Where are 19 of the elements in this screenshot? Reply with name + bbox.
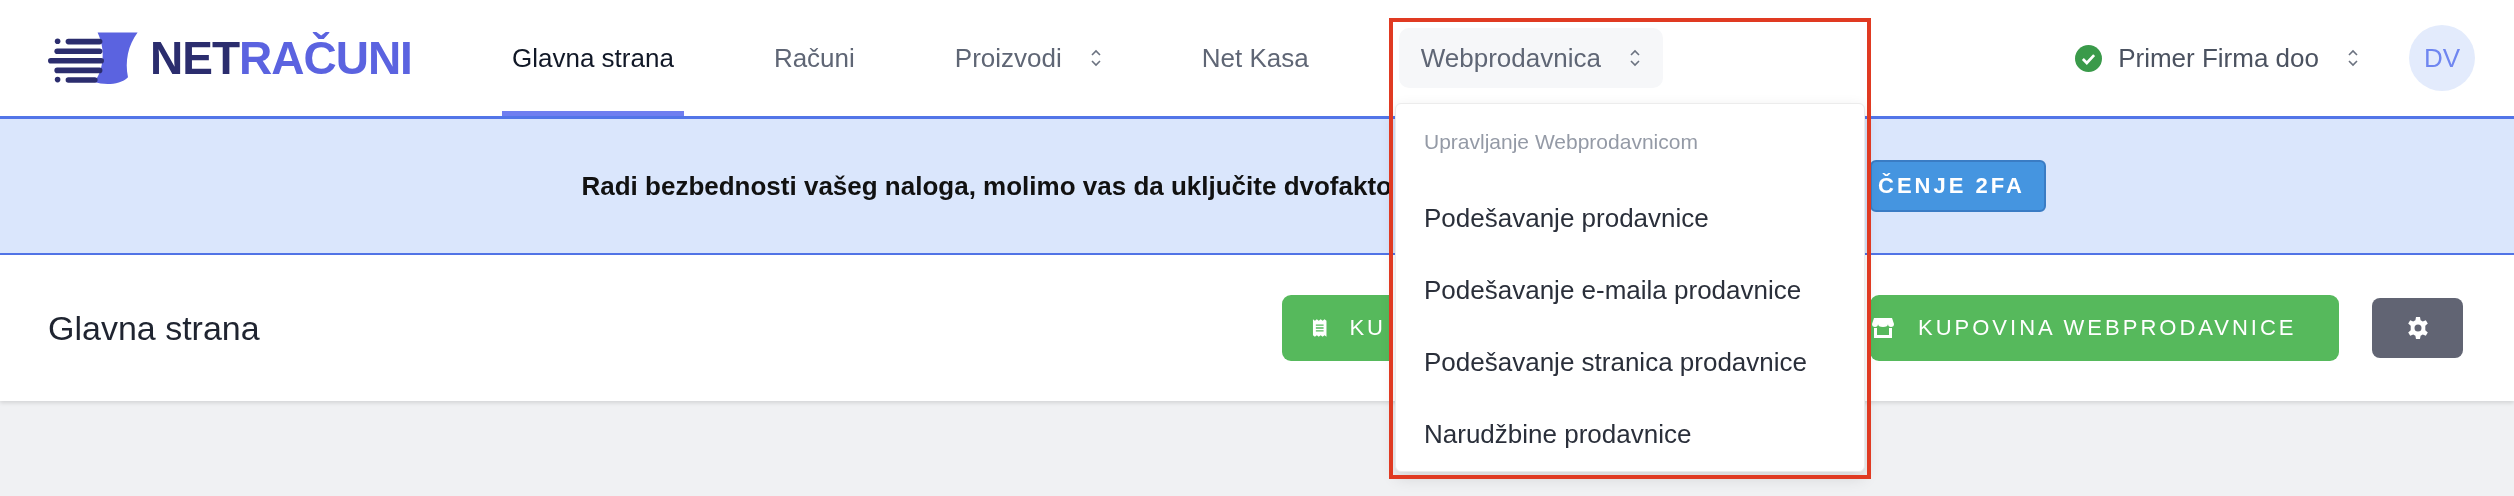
chevron-icon [2347,48,2359,68]
menu-item[interactable]: Podešavanje prodavnice [1396,182,1864,254]
menu-item[interactable]: Podešavanje e-maila prodavnice [1396,254,1864,326]
page-title: Glavna strana [48,308,260,348]
settings-button[interactable] [2372,298,2463,358]
menu-item[interactable]: Narudžbine prodavnice [1396,398,1864,470]
receipt-icon [1312,317,1328,339]
nav-tab[interactable]: Net Kasa [1191,0,1319,116]
company-selector[interactable]: Primer Firma doo [2075,42,2359,74]
banner-message: Radi bezbednosti vašeg naloga, molimo vas da uključite dvofakto [581,170,1392,202]
nav-tab[interactable]: Računi [763,0,865,116]
shop-icon [1870,317,1896,339]
settings-icon [2405,316,2430,340]
nav-tab[interactable]: Proizvodi [944,0,1112,116]
enable-2fa-button[interactable]: ČENJE 2FA [1870,160,2046,212]
menu-item[interactable]: Podešavanje stranica prodavnice [1396,326,1864,398]
logo-wordmark: NETRAČUNI [150,31,412,85]
menu-section-header: Upravljanje Webprodavnicom [1423,129,1699,155]
nav-tab[interactable]: Webprodavnica [1398,28,1663,88]
